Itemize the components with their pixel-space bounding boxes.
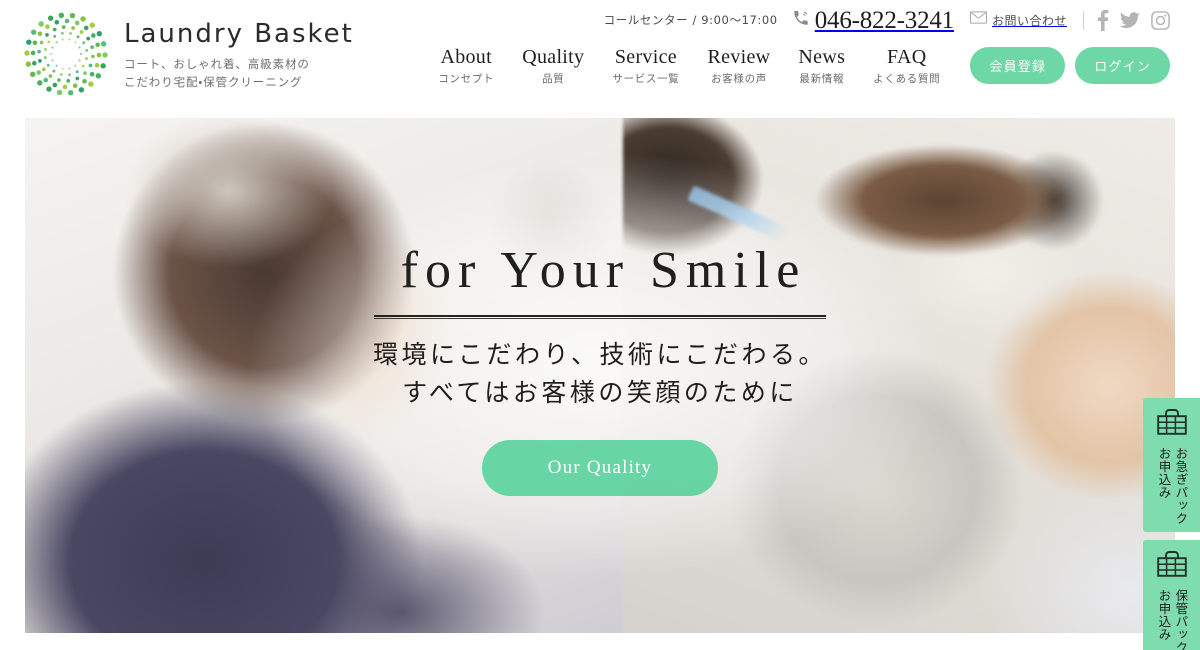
instagram-icon[interactable]: [1151, 10, 1170, 30]
dot-spiral-logo-icon: [18, 6, 114, 102]
nav-item-label-en: News: [798, 46, 846, 68]
facebook-icon[interactable]: [1097, 9, 1109, 31]
phone-icon: [792, 9, 810, 32]
floating-side-tabs: お急ぎパック お申込み 保管パック お申込み: [1143, 398, 1200, 650]
social-divider: [1083, 10, 1084, 30]
nav-item-label-jp: コンセプト: [438, 73, 495, 85]
hero-subtitle-line1: 環境にこだわり、技術にこだわる。: [372, 340, 827, 369]
side-tab-label: お急ぎパック お申込み: [1156, 447, 1189, 525]
nav-item-label-jp: 品質: [542, 73, 565, 85]
nav-item-label-en: About: [440, 46, 492, 68]
nav-buttons: 会員登録 ログイン: [970, 47, 1170, 85]
nav-item-label-en: Review: [707, 46, 771, 68]
utility-bar: コールセンター / 9:00〜17:00 046-822-3241 お問い合わせ: [603, 8, 1170, 33]
nav-item-label-jp: よくある質問: [873, 73, 941, 85]
nav-item-label-jp: 最新情報: [799, 73, 845, 85]
phone-link[interactable]: 046-822-3241: [792, 8, 954, 33]
hero-divider: [374, 315, 826, 319]
nav-item-label-jp: サービス一覧: [612, 73, 680, 85]
brand-tagline-line2: こだわり宅配・保管クリーニング: [124, 74, 303, 89]
login-button[interactable]: ログイン: [1075, 47, 1170, 85]
nav-item-quality[interactable]: Quality 品質: [522, 46, 584, 86]
contact-label: お問い合わせ: [991, 13, 1067, 28]
nav-item-review[interactable]: Review お客様の声: [708, 46, 771, 86]
our-quality-button[interactable]: Our Quality: [482, 440, 718, 496]
logo-text: Laundry Basket コート、おしゃれ着、高級素材の こだわり宅配・保管…: [124, 16, 354, 91]
side-tab-storage-pack[interactable]: 保管パック お申込み: [1143, 540, 1200, 650]
brand-tagline-line1: コート、おしゃれ着、高級素材の: [124, 56, 310, 71]
logo-block[interactable]: Laundry Basket コート、おしゃれ着、高級素材の こだわり宅配・保管…: [18, 6, 354, 102]
basket-icon: [1155, 407, 1189, 442]
nav-item-label-jp: お客様の声: [710, 73, 767, 85]
nav-item-about[interactable]: About コンセプト: [438, 46, 494, 86]
callcenter-hours: コールセンター / 9:00〜17:00: [603, 13, 778, 27]
hero-content: for Your Smile 環境にこだわり、技術にこだわる。 すべてはお客様の…: [25, 118, 1175, 633]
nav-item-news[interactable]: News 最新情報: [798, 46, 845, 86]
site-header: Laundry Basket コート、おしゃれ着、高級素材の こだわり宅配・保管…: [0, 0, 1200, 112]
nav-item-label-en: FAQ: [887, 46, 927, 68]
main-nav: About コンセプト Quality 品質 Service サービス一覧 Re…: [438, 46, 1170, 86]
mail-icon: [970, 11, 987, 29]
hero-subtitle: 環境にこだわり、技術にこだわる。 すべてはお客様の笑顔のために: [373, 336, 827, 411]
side-tab-label: 保管パック お申込み: [1156, 589, 1189, 650]
hero-title: for Your Smile: [400, 242, 807, 299]
register-button[interactable]: 会員登録: [970, 47, 1066, 85]
basket-icon: [1155, 549, 1189, 584]
brand-title: Laundry Basket: [124, 19, 354, 50]
twitter-icon[interactable]: [1120, 11, 1140, 29]
nav-item-label-en: Quality: [522, 46, 585, 68]
nav-item-service[interactable]: Service サービス一覧: [612, 46, 679, 86]
phone-number: 046-822-3241: [814, 6, 954, 34]
social-links: [1097, 9, 1170, 31]
brand-tagline: コート、おしゃれ着、高級素材の こだわり宅配・保管クリーニング: [124, 56, 354, 92]
hero-banner: for Your Smile 環境にこだわり、技術にこだわる。 すべてはお客様の…: [25, 118, 1175, 633]
nav-item-label-en: Service: [614, 46, 677, 68]
hero-subtitle-line2: すべてはお客様の笑顔のために: [402, 377, 798, 407]
side-tab-express-pack[interactable]: お急ぎパック お申込み: [1143, 398, 1200, 532]
nav-item-faq[interactable]: FAQ よくある質問: [873, 46, 940, 86]
page-root: Laundry Basket コート、おしゃれ着、高級素材の こだわり宅配・保管…: [0, 0, 1200, 650]
contact-link[interactable]: お問い合わせ: [970, 11, 1067, 29]
